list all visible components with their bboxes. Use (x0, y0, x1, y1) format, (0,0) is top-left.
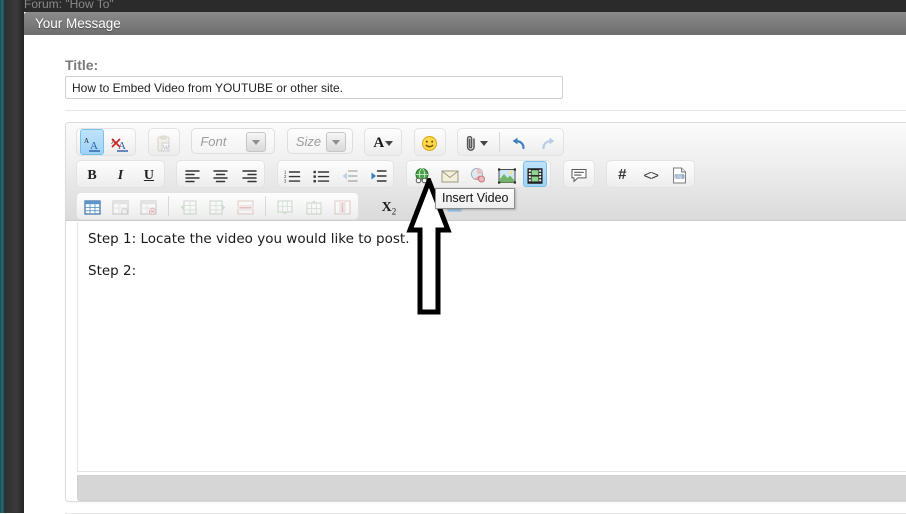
php-code-icon[interactable]: php (667, 161, 691, 187)
toolbar-group-table (76, 192, 359, 220)
subscript-index: 2 (391, 206, 397, 217)
title-label: Title: (65, 57, 99, 73)
toolbar-group-emoticon (413, 128, 446, 156)
toolbar-group-spellcheck: A A A A (76, 128, 137, 156)
superscript-index: 2 (426, 202, 431, 212)
align-left-icon[interactable] (180, 161, 204, 187)
font-family-value: Font (200, 134, 227, 149)
font-size-value: Size (295, 134, 322, 149)
toolbar-row-1: A A A A W Font Size A (76, 128, 571, 156)
panel-title: Your Message (35, 16, 121, 31)
redo-icon[interactable] (536, 129, 560, 155)
svg-text:3: 3 (284, 178, 287, 183)
svg-text:W: W (163, 144, 170, 152)
code-brackets-icon[interactable]: <> (639, 161, 663, 187)
undo-icon[interactable] (507, 129, 531, 155)
outdent-icon[interactable] (338, 161, 362, 187)
tooltip-insert-video: Insert Video (435, 188, 516, 209)
editor-status-bar (77, 475, 906, 501)
your-message-panel: Your Message Title: A A (24, 12, 906, 514)
insert-quote-icon[interactable] (567, 161, 591, 187)
bullet-list-icon[interactable] (309, 161, 333, 187)
chevron-down-icon[interactable] (325, 132, 346, 152)
toolbar-group-quote (562, 160, 595, 188)
toolbar-group-lists: 1 2 3 (276, 160, 395, 188)
toolbar-row-3: X2 X2 (76, 192, 478, 220)
delete-row-icon[interactable] (234, 193, 258, 219)
text-color-icon[interactable]: A (368, 129, 398, 155)
message-line-2: Step 2: (88, 263, 137, 279)
paste-from-word-icon[interactable]: W (152, 129, 176, 155)
table-properties-icon[interactable] (108, 193, 132, 219)
spell-check-off-icon[interactable]: A A (108, 129, 132, 155)
subscript-base: X (381, 200, 392, 215)
title-divider (65, 110, 906, 111)
chevron-down-icon[interactable] (480, 141, 489, 147)
insert-image-icon[interactable] (495, 161, 519, 187)
toolbar-row-2: B I U 1 2 3 # <> php (76, 160, 702, 188)
superscript-base: X (416, 204, 427, 220)
insert-link-icon[interactable] (410, 161, 434, 187)
align-right-icon[interactable] (237, 161, 261, 187)
toolbar-group-alignment (176, 160, 266, 188)
toolbar-group-insert-media (405, 160, 552, 188)
insert-table-icon[interactable] (80, 193, 104, 219)
panel-header: Your Message (24, 12, 906, 35)
toolbar-separator (168, 196, 170, 216)
bold-icon[interactable]: B (80, 161, 104, 187)
spell-check-icon[interactable]: A A (80, 129, 104, 155)
toolbar-group-attach-undo (457, 128, 564, 156)
toolbar-group-paste: W (147, 128, 180, 156)
message-body-editable[interactable]: Step 1: Locate the video you would like … (77, 222, 906, 472)
top-dark-bar (0, 0, 906, 12)
insert-column-after-icon[interactable] (302, 193, 326, 219)
bold-label: B (87, 168, 97, 183)
insert-row-before-icon[interactable] (177, 193, 201, 219)
hash-label: # (618, 166, 627, 183)
svg-text:A: A (84, 137, 89, 145)
indent-icon[interactable] (366, 161, 390, 187)
delete-column-icon[interactable] (331, 193, 355, 219)
left-edge-dark-strip (5, 0, 24, 513)
paperclip-icon[interactable] (461, 129, 491, 155)
hash-icon[interactable]: # (610, 161, 634, 187)
toolbar-group-code: # <> php (606, 160, 696, 188)
italic-label: I (117, 168, 124, 183)
font-size-select[interactable]: Size (286, 128, 353, 154)
font-family-select[interactable]: Font (191, 128, 276, 154)
underline-icon[interactable]: U (137, 161, 161, 187)
page-root: Forum: "How To" Your Message Title: A (0, 0, 906, 514)
code-brackets-label: <> (643, 167, 659, 183)
remove-link-icon[interactable] (466, 161, 490, 187)
toolbar-group-text-color: A (364, 128, 403, 156)
subscript-icon[interactable]: X2 (374, 193, 404, 219)
insert-email-icon[interactable] (438, 161, 462, 187)
insert-column-before-icon[interactable] (274, 193, 298, 219)
insert-row-after-icon[interactable] (205, 193, 229, 219)
toolbar-separator (498, 132, 500, 152)
numbered-list-icon[interactable]: 1 2 3 (281, 161, 305, 187)
smiley-icon[interactable] (418, 129, 442, 155)
align-center-icon[interactable] (209, 161, 233, 187)
rich-text-editor: A A A A W Font Size A B I U 1 2 3 # <> p… (65, 122, 906, 502)
breadcrumb: Forum: "How To" (24, 0, 114, 11)
chevron-down-icon[interactable] (246, 132, 267, 152)
message-line-1: Step 1: Locate the video you would like … (88, 231, 410, 247)
italic-icon[interactable]: I (108, 161, 132, 187)
delete-table-icon[interactable] (137, 193, 161, 219)
svg-text:A: A (90, 140, 98, 152)
superscript-icon[interactable]: X2 (408, 193, 438, 219)
underline-label: U (143, 168, 154, 183)
svg-text:php: php (675, 174, 683, 179)
chevron-down-icon[interactable] (385, 141, 394, 147)
toolbar-separator (265, 196, 267, 216)
toolbar-group-text-style: B I U (76, 160, 165, 188)
insert-video-icon[interactable] (523, 161, 548, 187)
title-input[interactable] (65, 76, 563, 99)
